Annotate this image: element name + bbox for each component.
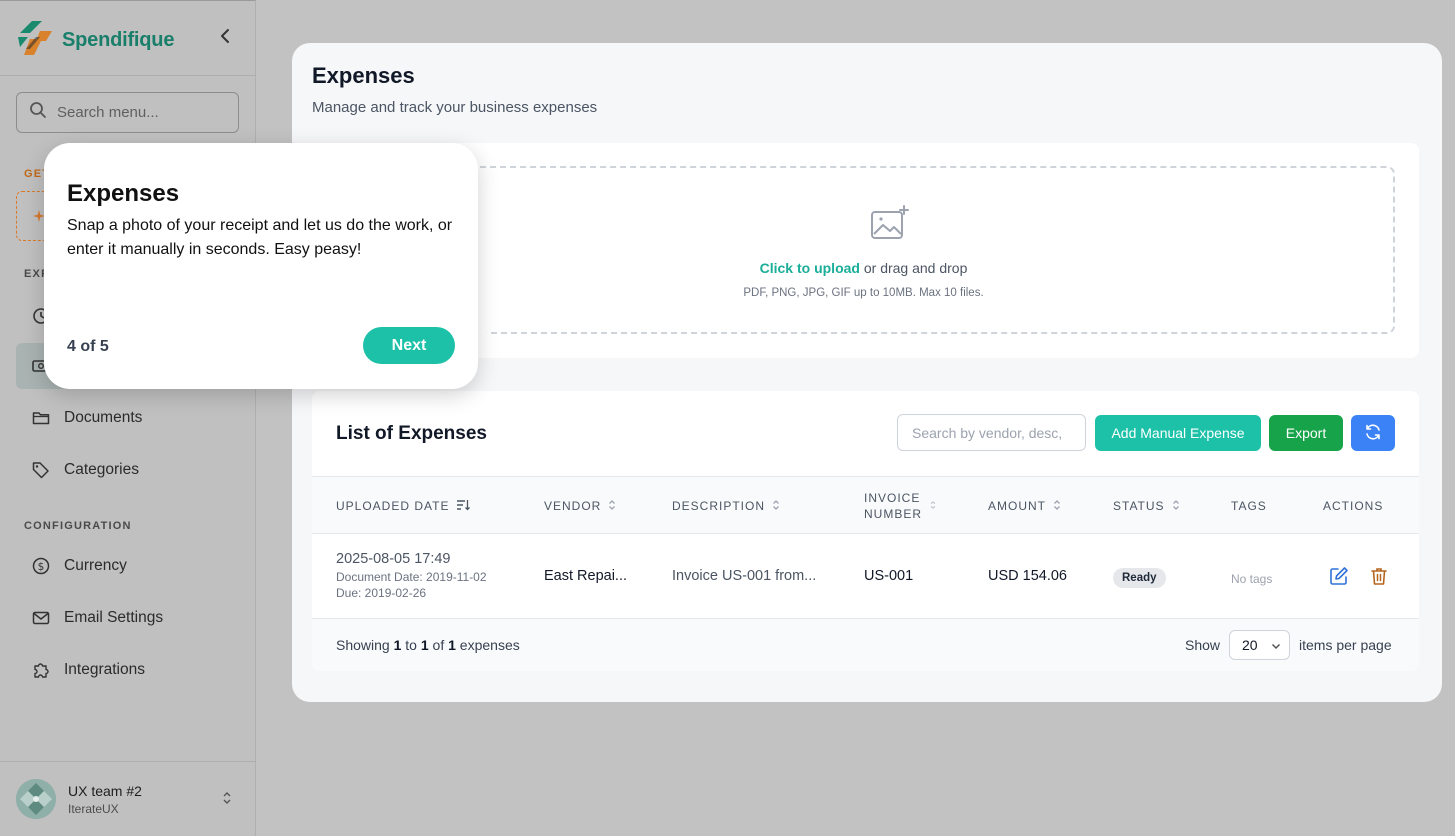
sidebar-item-documents[interactable]: Documents xyxy=(16,395,239,441)
upload-instructions: Click to upload or drag and drop xyxy=(334,260,1393,276)
puzzle-icon xyxy=(32,661,50,679)
image-add-icon xyxy=(869,204,911,249)
upload-dropzone[interactable]: Click to upload or drag and drop PDF, PN… xyxy=(332,166,1395,334)
pagination-summary: Showing 1 to 1 of 1 expenses xyxy=(336,637,520,653)
dollar-circle-icon: $ xyxy=(32,557,50,575)
tour-title: Expenses xyxy=(67,180,180,207)
click-to-upload-link[interactable]: Click to upload xyxy=(760,260,860,276)
sidebar-item-label: Categories xyxy=(64,461,139,478)
items-per-page-label: items per page xyxy=(1299,637,1392,653)
sidebar-item-email-settings[interactable]: Email Settings xyxy=(16,595,239,641)
expenses-list-card: List of Expenses Add Manual Expense Expo… xyxy=(312,391,1419,671)
user-name: UX team #2 xyxy=(68,782,142,799)
chevron-left-icon xyxy=(219,28,231,49)
show-label: Show xyxy=(1185,637,1221,653)
status-badge: Ready xyxy=(1113,568,1166,588)
page-title: Expenses xyxy=(312,63,415,88)
items-per-page-select[interactable]: 20 xyxy=(1229,630,1290,660)
col-description[interactable]: DESCRIPTION xyxy=(672,477,780,535)
sidebar-bottom-divider xyxy=(0,761,256,762)
sidebar-divider xyxy=(0,75,256,76)
col-tags: TAGS xyxy=(1231,499,1267,513)
list-title: List of Expenses xyxy=(336,423,487,444)
brand-name: Spendifique xyxy=(62,29,175,51)
cell-amount: USD 154.06 xyxy=(988,568,1067,584)
edit-icon[interactable] xyxy=(1329,566,1349,586)
table-header: UPLOADED DATE VENDOR DESCRIPTION INVOICE… xyxy=(312,476,1419,534)
sidebar-item-currency[interactable]: $ Currency xyxy=(16,543,239,589)
avatar xyxy=(16,779,56,819)
upload-drag-text: or drag and drop xyxy=(859,260,968,276)
export-button[interactable]: Export xyxy=(1269,415,1343,451)
sidebar: Spendifique GET EXP Documents xyxy=(0,0,256,836)
refresh-icon xyxy=(1364,423,1382,444)
trash-icon[interactable] xyxy=(1369,566,1389,586)
brand[interactable]: Spendifique xyxy=(16,19,174,62)
sort-icon xyxy=(772,499,780,514)
col-actions: ACTIONS xyxy=(1323,499,1384,513)
sort-icon xyxy=(1172,499,1180,514)
sort-desc-icon xyxy=(456,499,471,514)
search-icon xyxy=(29,101,47,124)
sidebar-item-label: Email Settings xyxy=(64,609,164,626)
col-vendor[interactable]: VENDOR xyxy=(544,477,616,535)
table-footer: Showing 1 to 1 of 1 expenses Show 20 ite… xyxy=(312,619,1419,671)
chevron-up-down-icon[interactable] xyxy=(220,789,234,807)
col-invoice-number[interactable]: INVOICE NUMBER xyxy=(864,477,937,535)
col-uploaded-date[interactable]: UPLOADED DATE xyxy=(336,477,471,535)
tour-next-button[interactable]: Next xyxy=(363,327,455,364)
page-subtitle: Manage and track your business expenses xyxy=(312,99,598,116)
envelope-icon xyxy=(32,609,50,627)
sidebar-search-input[interactable] xyxy=(57,104,227,121)
collapse-sidebar-button[interactable] xyxy=(214,27,236,49)
folder-icon xyxy=(32,409,50,427)
expense-search-input[interactable] xyxy=(897,414,1086,451)
sort-icon xyxy=(929,499,937,514)
user-menu[interactable]: UX team #2 IterateUX xyxy=(16,779,142,819)
sort-icon xyxy=(608,499,616,514)
sidebar-item-integrations[interactable]: Integrations xyxy=(16,647,239,693)
refresh-button[interactable] xyxy=(1351,415,1395,451)
col-amount[interactable]: AMOUNT xyxy=(988,477,1061,535)
chevron-down-icon xyxy=(1271,637,1281,653)
cell-invoice-number: US-001 xyxy=(864,568,914,584)
add-manual-expense-button[interactable]: Add Manual Expense xyxy=(1095,415,1261,451)
tour-body: Snap a photo of your receipt and let us … xyxy=(67,217,453,258)
cell-tags: No tags xyxy=(1231,572,1273,586)
sidebar-item-label: Currency xyxy=(64,557,127,574)
cell-vendor: East Repai... xyxy=(544,568,628,584)
tour-step-counter: 4 of 5 xyxy=(67,338,109,355)
svg-text:$: $ xyxy=(38,561,45,573)
tag-icon xyxy=(32,461,50,479)
tour-popover: Expenses Snap a photo of your receipt an… xyxy=(44,143,478,389)
sidebar-search[interactable] xyxy=(16,92,239,133)
sidebar-item-label: Documents xyxy=(64,409,143,426)
sidebar-item-categories[interactable]: Categories xyxy=(16,447,239,493)
user-org: IterateUX xyxy=(68,801,119,816)
upload-hint: PDF, PNG, JPG, GIF up to 10MB. Max 10 fi… xyxy=(743,287,984,299)
spendifique-logo-icon xyxy=(16,19,54,62)
section-label-configuration: CONFIGURATION xyxy=(24,520,132,532)
cell-uploaded-date: 2025-08-05 17:49 Document Date: 2019-11-… xyxy=(336,551,487,600)
cell-description: Invoice US-001 from... xyxy=(672,568,817,584)
sort-icon xyxy=(1053,499,1061,514)
sidebar-item-label: Integrations xyxy=(64,661,145,678)
table-row[interactable]: 2025-08-05 17:49 Document Date: 2019-11-… xyxy=(312,534,1419,619)
col-status[interactable]: STATUS xyxy=(1113,477,1180,535)
